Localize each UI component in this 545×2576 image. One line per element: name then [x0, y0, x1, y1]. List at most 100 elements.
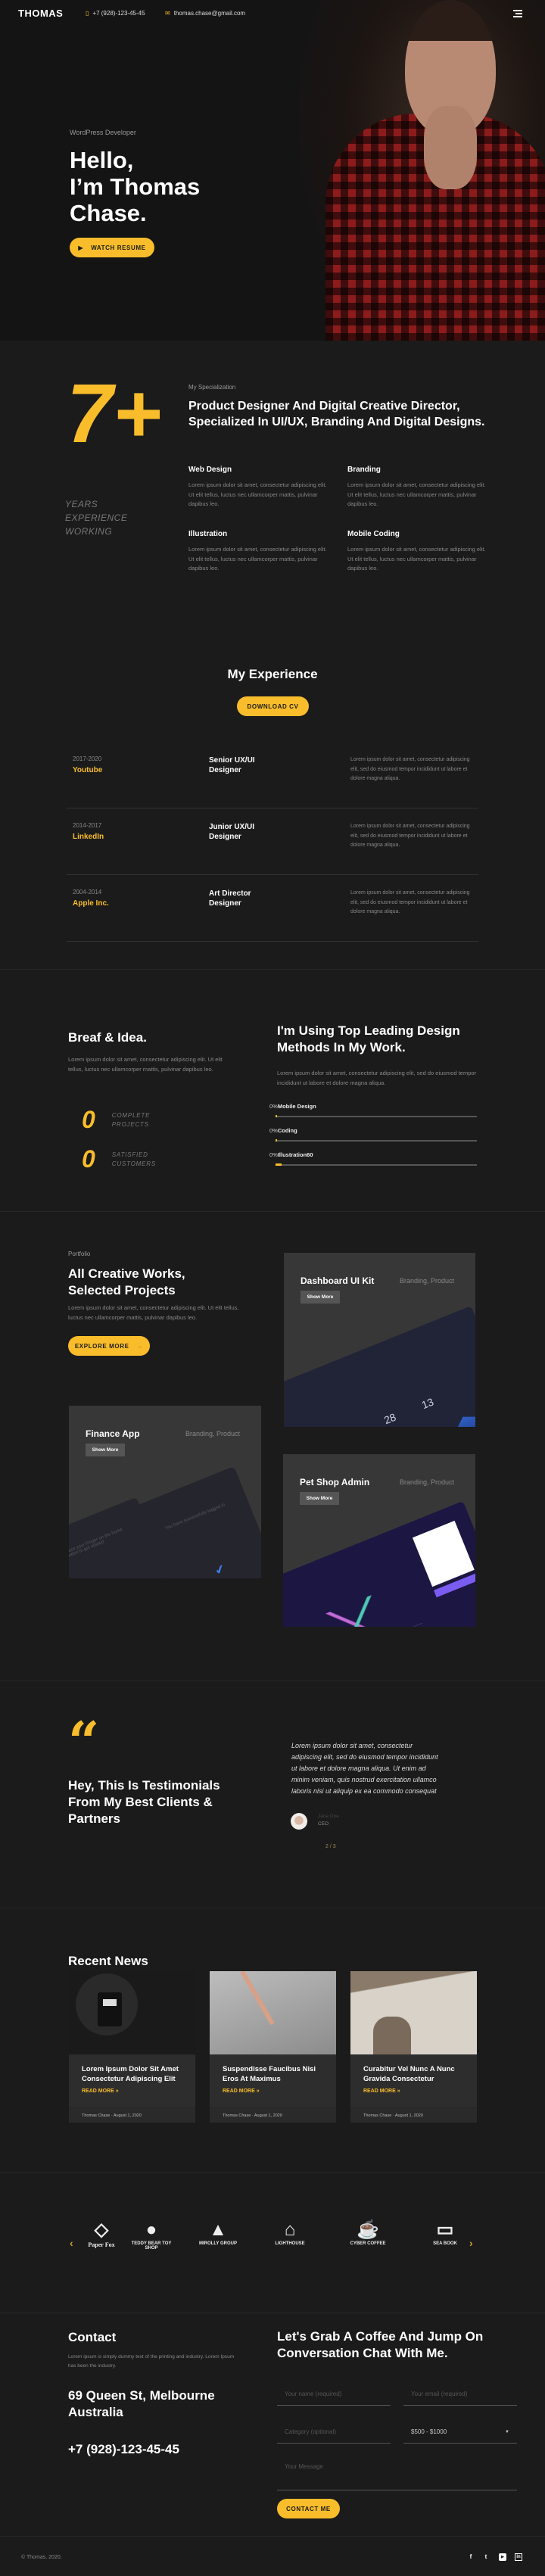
header-email[interactable]: ✉ thomas.chase@gmail.com — [165, 10, 245, 17]
pet-shop-mockup — [283, 1500, 475, 1627]
project-category: Branding, Product — [185, 1430, 240, 1438]
skill-progress-bar — [276, 1115, 477, 1117]
site-logo[interactable]: THOMAS — [18, 8, 63, 19]
brands-section: ‹ ◇ Paper Fox ● TEDDY BEAR TOY SHOP ▲ MIROL… — [0, 2173, 545, 2313]
spec-item-title: Mobile Coding — [347, 530, 400, 538]
years-label-line: WORKING — [65, 526, 113, 537]
message-textarea[interactable] — [277, 2456, 517, 2490]
show-more-button[interactable]: Show More — [300, 1492, 339, 1505]
experience-company: Youtube — [73, 766, 103, 774]
counter-label-line: SATISFIED — [111, 1151, 148, 1158]
skill-progress-fill — [276, 1139, 277, 1142]
hero-title-line: Chase. — [70, 200, 147, 226]
counter-label-line: CUSTOMERS — [111, 1160, 156, 1167]
twitter-icon[interactable]: t — [482, 2553, 490, 2561]
counter-value: 0 — [82, 1145, 95, 1173]
specialization-label: My Specialization — [188, 384, 236, 391]
experience-years: 2017-2020 — [73, 755, 102, 762]
hamburger-icon[interactable] — [513, 10, 522, 19]
linkedin-icon[interactable]: in — [515, 2553, 522, 2561]
testimonial-name: Jane Doe — [318, 1814, 339, 1819]
spec-item-desc: Lorem ipsum dolor sit amet, consectetur … — [347, 546, 486, 572]
skill-label: 0%Mobile Design — [269, 1103, 477, 1110]
brand-logo: ◇ Paper Fox — [79, 2219, 124, 2248]
counter-label-line: COMPLETE — [111, 1111, 151, 1119]
testimonial-pager[interactable]: 2 / 3 — [325, 1844, 336, 1849]
watch-resume-button[interactable]: ▶ WATCH RESUME — [70, 238, 154, 257]
show-more-button[interactable]: Show More — [86, 1444, 125, 1456]
read-more-link[interactable]: READ MORE » — [82, 2089, 119, 2094]
project-title: Dashboard UI Kit — [301, 1276, 375, 1286]
chevron-left-icon[interactable]: ‹ — [70, 2237, 73, 2249]
years-label: YEARS EXPERIENCE WORKING — [65, 497, 127, 538]
counter-value: 0 — [82, 1106, 95, 1133]
pet-shop-line-chart — [300, 1581, 423, 1627]
header-phone[interactable]: ▯ +7 (928)-123-45-45 — [86, 10, 145, 17]
years-label-line: YEARS — [65, 499, 98, 509]
news-author: Thomas Chase — [223, 2113, 251, 2118]
skill-progress-fill — [276, 1163, 282, 1166]
budget-selected-value: $500 - $1000 — [411, 2428, 447, 2435]
explore-more-button[interactable]: EXPLORE MORE → — [68, 1336, 150, 1356]
read-more-link[interactable]: READ MORE » — [363, 2089, 400, 2094]
experience-years: 2014-2017 — [73, 822, 102, 829]
news-card[interactable]: Lorem Ipsum Dolor Sit Amet Consectetur A… — [69, 1971, 195, 2123]
experience-row: 2017-2020 Youtube Senior UX/UI Designer … — [67, 742, 478, 808]
project-card-pet-shop[interactable]: Pet Shop Admin Branding, Product Show Mo… — [283, 1454, 475, 1627]
email-input[interactable] — [403, 2383, 517, 2406]
notebook-shape — [98, 1992, 122, 2026]
contact-phone[interactable]: +7 (928)-123-45-45 — [68, 2442, 179, 2457]
category-input[interactable] — [277, 2421, 391, 2444]
show-more-button[interactable]: Show More — [301, 1291, 340, 1304]
experience-row: 2004-2014 Apple Inc. Art Director Design… — [67, 875, 478, 942]
spec-item-title: Web Design — [188, 466, 232, 474]
header-phone-text: +7 (928)-123-45-45 — [92, 10, 145, 17]
news-card-title[interactable]: Suspendisse Faucibus Nisi Eros At Maximu… — [223, 2064, 329, 2084]
skill-label: 0%Illustration60 — [269, 1151, 477, 1158]
contact-me-button[interactable]: CONTACT ME — [277, 2499, 340, 2518]
chevron-right-icon[interactable]: › — [469, 2237, 473, 2249]
read-more-link[interactable]: READ MORE » — [223, 2089, 260, 2094]
arm-shape — [373, 2017, 411, 2054]
experience-company: LinkedIn — [73, 833, 104, 841]
experience-desc: Lorem ipsum dolor sit amet, consectetur … — [350, 890, 470, 914]
youtube-icon[interactable]: ▶ — [499, 2553, 506, 2561]
contact-text: Lorem ipsum is simply dummy text of the … — [68, 2354, 235, 2369]
brand-name: Paper Fox — [88, 2241, 115, 2248]
years-number: 7+ — [67, 367, 162, 460]
skill-progress-fill — [276, 1115, 277, 1117]
breaf-text: Lorem ipsum dolor sit amet, consectetur … — [68, 1056, 223, 1073]
copyright: © Thomas. 2020. — [21, 2555, 62, 2560]
spec-item-illustration: Illustration Lorem ipsum dolor sit amet,… — [188, 530, 332, 574]
news-section: Recent News Lorem Ipsum Dolor Sit Amet C… — [0, 1908, 545, 2173]
project-card-dashboard[interactable]: Dashboard UI Kit Branding, Product Show … — [284, 1253, 475, 1427]
name-input[interactable] — [277, 2383, 391, 2406]
experience-company: Apple Inc. — [73, 899, 109, 908]
dashboard-stat: 13 — [419, 1395, 436, 1412]
download-cv-button[interactable]: DOWNLOAD CV — [237, 696, 309, 716]
project-card-finance[interactable]: Finance App Branding, Product Show More … — [69, 1406, 261, 1578]
news-card-title[interactable]: Curabitur Vel Nunc A Nunc Gravida Consec… — [363, 2064, 469, 2084]
skill-progress-bar — [276, 1139, 477, 1142]
brand-name: TEDDY BEAR TOY SHOP — [131, 2241, 172, 2250]
explore-more-label: EXPLORE MORE — [74, 1342, 129, 1350]
news-date: August 1, 2020 — [254, 2113, 282, 2118]
counter-satisfied-customers: 0 SATISFIED CUSTOMERS — [82, 1145, 156, 1173]
skill-name: Coding — [277, 1127, 297, 1134]
portfolio-title-line: All Creative Works, — [68, 1266, 185, 1281]
brand-glyph: ▭ — [436, 2219, 454, 2240]
facebook-icon[interactable]: f — [467, 2553, 475, 2561]
breaf-title: Breaf & Idea. — [68, 1030, 147, 1045]
brand-glyph: ☕ — [357, 2219, 379, 2240]
counter-complete-projects: 0 COMPLETE PROJECTS — [82, 1106, 150, 1134]
dashboard-stats: 65 37 28 13 — [307, 1396, 435, 1427]
hero-section: THOMAS ▯ +7 (928)-123-45-45 ✉ thomas.cha… — [0, 0, 545, 341]
news-card-title[interactable]: Lorem Ipsum Dolor Sit Amet Consectetur A… — [82, 2064, 188, 2084]
experience-row: 2014-2017 LinkedIn Junior UX/UI Designer… — [67, 808, 478, 875]
news-card[interactable]: Suspendisse Faucibus Nisi Eros At Maximu… — [210, 1971, 336, 2123]
budget-select[interactable]: $500 - $1000 ▼ — [403, 2421, 517, 2444]
testimonials-section: “ Hey, This Is Testimonials From My Best… — [0, 1680, 545, 1908]
news-title: Recent News — [68, 1954, 148, 1968]
news-card[interactable]: Curabitur Vel Nunc A Nunc Gravida Consec… — [350, 1971, 477, 2123]
experience-years: 2004-2014 — [73, 889, 102, 896]
